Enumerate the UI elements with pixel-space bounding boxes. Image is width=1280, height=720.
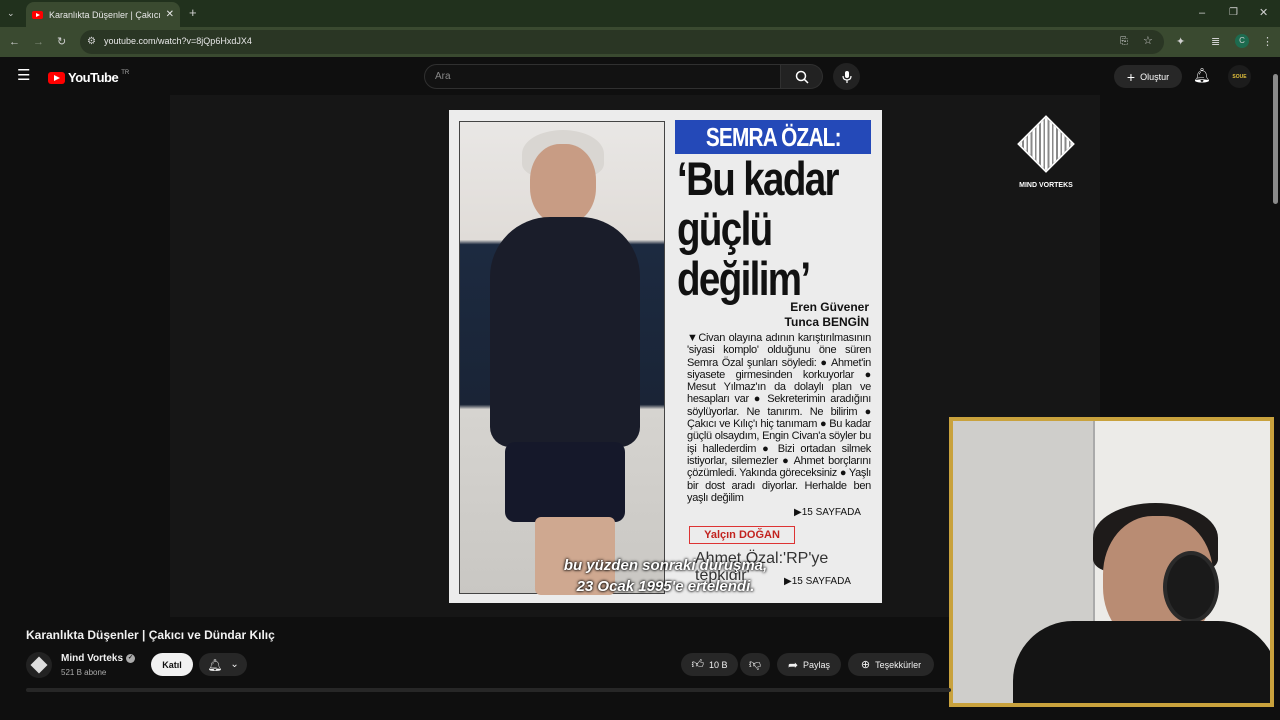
caption-line: bu yüzden sonraki duruşma, [563, 557, 768, 574]
video-captions: bu yüzden sonraki duruşma, 23 Ocak 1995'… [449, 555, 882, 597]
channel-watermark: MIND VORTEKS [1010, 115, 1082, 189]
create-button[interactable]: + Oluştur [1114, 65, 1182, 88]
thumbs-down-icon: 👎︎ [748, 657, 762, 671]
search-icon [795, 70, 809, 84]
profile-icon[interactable]: C [1235, 34, 1249, 48]
join-button[interactable]: Katıl [151, 653, 193, 676]
subscription-bell-button[interactable]: 🔔︎ ⌄ [199, 653, 247, 676]
clipping-byline: Yalçın DOĞAN [689, 526, 795, 544]
back-icon[interactable]: ← [9, 35, 20, 49]
channel-name-link[interactable]: Mind Vorteks ✓ [61, 653, 136, 664]
search-box[interactable] [424, 64, 781, 89]
clipping-body: ▼Civan olayına adının karıştırılmasının … [687, 332, 871, 504]
plus-icon: + [1126, 68, 1136, 85]
youtube-logo[interactable]: YouTube TR [48, 70, 129, 85]
browser-tab-strip: ⌄ Karanlıkta Düşenler | Çakıcı ve D ✕ + … [0, 0, 1280, 27]
tab-close-icon[interactable]: ✕ [166, 9, 174, 20]
extensions-icon[interactable]: ✦ [1176, 35, 1185, 49]
verified-badge-icon: ✓ [126, 654, 136, 663]
youtube-favicon-icon [32, 10, 43, 19]
headset-icon [1163, 551, 1219, 623]
clipping-headline: SEMRA ÖZAL: [675, 120, 871, 154]
browser-tab-active[interactable]: Karanlıkta Düşenler | Çakıcı ve D ✕ [26, 2, 180, 27]
youtube-play-icon [48, 71, 65, 84]
video-title: Karanlıkta Düşenler | Çakıcı ve Dündar K… [26, 628, 275, 642]
mind-vorteks-logo-icon [1017, 115, 1075, 173]
clipping-authors: Eren Güvener Tunca BENGİN [699, 300, 869, 330]
share-icon: ➦ [787, 657, 799, 672]
like-button[interactable]: 👍︎ 10 B [681, 653, 738, 676]
forward-icon[interactable]: → [33, 35, 44, 49]
watermark-label: MIND VORTEKS [1019, 182, 1073, 189]
channel-name: Mind Vorteks [61, 653, 124, 664]
notifications-bell-icon[interactable]: 🔔︎ [1193, 68, 1211, 82]
site-info-icon[interactable]: ⚙ [87, 35, 96, 49]
chrome-menu-icon[interactable]: ⋮ [1262, 35, 1273, 49]
quote-line: ‘Bu kadar [677, 152, 840, 205]
tab-search-icon[interactable]: ⌄ [7, 6, 15, 20]
subscriber-count: 521 B abone [61, 668, 107, 677]
photo-torso [490, 217, 640, 447]
tab-title: Karanlıkta Düşenler | Çakıcı ve D [49, 9, 160, 20]
quote-line: güçlü [677, 202, 773, 255]
scrollbar-thumb[interactable] [1273, 74, 1278, 204]
region-code: TR [121, 69, 130, 76]
media-control-icon[interactable]: ≣ [1211, 35, 1220, 49]
youtube-wordmark: YouTube [68, 70, 119, 85]
dislike-button[interactable]: 👎︎ [740, 653, 770, 676]
webcam-overlay [949, 417, 1274, 707]
address-bar[interactable]: ⚙ youtube.com/watch?v=8jQp6HxdJX4 ⎘ ☆ [80, 30, 1164, 54]
minimize-icon[interactable]: – [1199, 6, 1205, 20]
photo-face [530, 144, 596, 224]
new-tab-button[interactable]: + [189, 6, 197, 20]
like-count: 10 B [709, 659, 728, 670]
caption-line: 23 Ocak 1995'e ertelendi. [576, 578, 755, 595]
search-input[interactable] [435, 71, 755, 82]
account-avatar[interactable]: SOUE [1228, 65, 1251, 88]
create-label: Oluştur [1140, 71, 1170, 82]
clipping-quote: ‘Bu kadar güçlü değilim’ [677, 154, 841, 304]
bookmark-star-icon[interactable]: ☆ [1143, 34, 1153, 48]
quote-line: değilim’ [677, 252, 811, 305]
headline-text: SEMRA ÖZAL: [705, 121, 842, 152]
bell-icon: 🔔︎ [207, 657, 223, 672]
newspaper-clipping: SEMRA ÖZAL: ‘Bu kadar güçlü değilim’ Ere… [449, 110, 882, 603]
thanks-label: Teşekkürler [875, 659, 922, 670]
install-app-icon[interactable]: ⎘ [1120, 35, 1128, 49]
webcam-person-body [1013, 621, 1270, 703]
window-close-icon[interactable]: ✕ [1259, 6, 1268, 20]
author-name: Tunca BENGİN [784, 315, 869, 329]
channel-avatar[interactable] [26, 652, 52, 678]
microphone-icon [841, 70, 852, 83]
voice-search-button[interactable] [833, 63, 860, 90]
thumbs-up-icon: 👍︎ [691, 657, 705, 671]
search-button[interactable] [781, 64, 823, 89]
thanks-icon: ⊕ [860, 659, 871, 671]
chevron-down-icon: ⌄ [230, 659, 239, 670]
clipping-photo [459, 121, 665, 595]
restore-icon[interactable]: ❐ [1229, 6, 1238, 20]
photo-skirt [505, 442, 625, 522]
thanks-button[interactable]: ⊕ Teşekkürler [848, 653, 934, 676]
browser-toolbar: ← → ↻ ⚙ youtube.com/watch?v=8jQp6HxdJX4 … [0, 27, 1280, 57]
reload-icon[interactable]: ↻ [57, 35, 66, 49]
share-button[interactable]: ➦ Paylaş [777, 653, 841, 676]
clipping-page-ref: ▶15 SAYFADA [794, 507, 861, 518]
channel-logo-icon [30, 656, 48, 674]
hamburger-menu-icon[interactable]: ☰ [17, 68, 30, 83]
page-scrollbar[interactable] [1271, 64, 1280, 694]
share-label: Paylaş [803, 659, 831, 670]
comments-divider [26, 688, 951, 692]
url-text: youtube.com/watch?v=8jQp6HxdJX4 [104, 36, 252, 46]
author-name: Eren Güvener [790, 300, 869, 314]
